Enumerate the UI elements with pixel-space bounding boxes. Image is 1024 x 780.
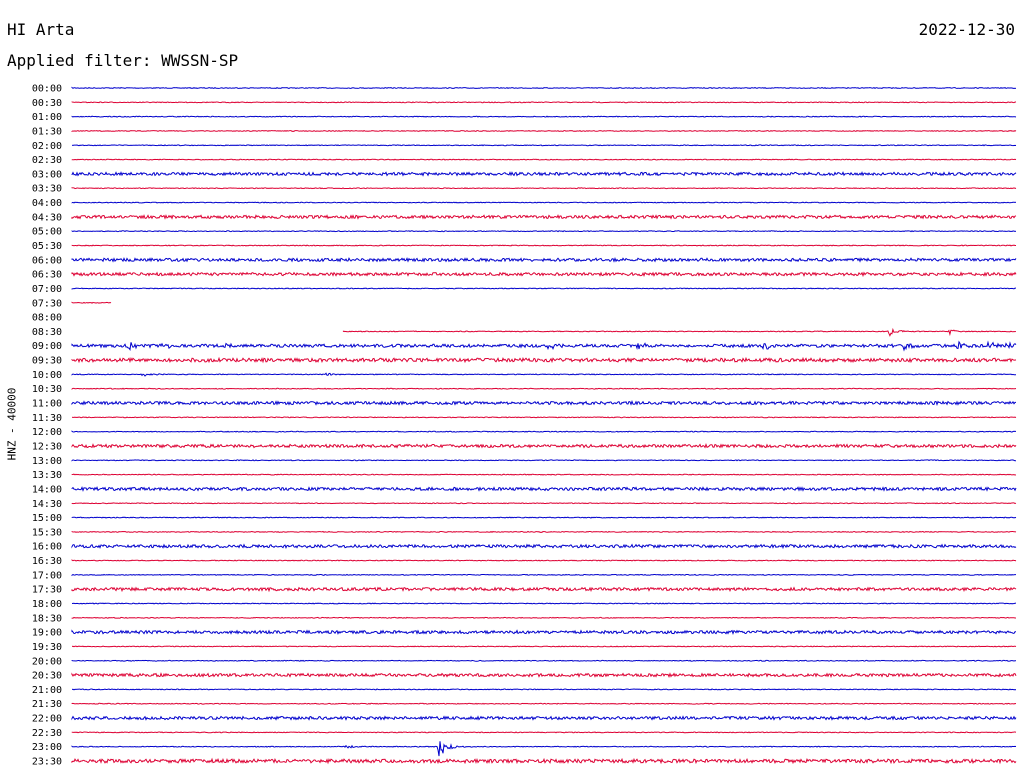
trace-line [71, 340, 1017, 352]
trace-line [71, 129, 1017, 133]
time-label: 12:30 [32, 441, 62, 452]
time-label: 23:00 [32, 742, 62, 753]
trace-line [71, 230, 1017, 233]
time-label: 19:00 [32, 628, 62, 639]
helicorder-plot: 00:00 00:30 01:00 01:30 02:00 02:30 03:00 03:30… [32, 84, 1017, 768]
trace-line [71, 214, 1017, 220]
time-label: 09:00 [32, 341, 62, 352]
trace-line [71, 171, 1017, 177]
time-label: 02:30 [32, 155, 62, 166]
time-label: 03:00 [32, 169, 62, 180]
time-label: 01:30 [32, 126, 62, 137]
time-label: 15:00 [32, 513, 62, 524]
trace-line [71, 616, 1016, 619]
trace-line [71, 187, 1017, 190]
time-label: 14:00 [32, 484, 62, 495]
trace-line [71, 486, 1017, 492]
trace-line [71, 387, 1017, 390]
trace-line [71, 741, 1017, 757]
trace-line [71, 115, 1017, 118]
trace-line [71, 400, 1016, 407]
trace-line [71, 573, 1016, 577]
trace-line [71, 516, 1017, 519]
trace-line [71, 715, 1017, 721]
time-label: 18:30 [32, 613, 62, 624]
trace-line [71, 356, 1017, 364]
trace-line [71, 301, 112, 304]
trace-line [71, 101, 1017, 104]
time-label: 12:00 [32, 427, 62, 438]
time-label: 04:30 [32, 212, 62, 223]
trace-line [71, 271, 1017, 278]
trace-line [71, 672, 1017, 679]
time-label: 16:00 [32, 542, 62, 553]
time-label: 14:30 [32, 499, 62, 510]
trace-line [71, 86, 1017, 90]
time-label: 01:00 [32, 112, 62, 123]
trace-line [71, 416, 1017, 419]
time-label: 06:30 [32, 270, 62, 281]
trace-line [71, 244, 1016, 247]
time-label: 23:30 [32, 757, 62, 768]
time-label: 10:30 [32, 384, 62, 395]
trace-line [71, 158, 1017, 161]
time-label: 18:00 [32, 599, 62, 610]
trace-line [71, 257, 1017, 263]
time-label: 09:30 [32, 356, 62, 367]
time-label: 19:30 [32, 642, 62, 653]
trace-line [71, 473, 1017, 476]
time-label: 04:00 [32, 198, 62, 209]
time-label: 05:30 [32, 241, 62, 252]
time-label: 10:00 [32, 370, 62, 381]
trace-line [71, 201, 1017, 204]
time-label: 02:00 [32, 141, 62, 152]
trace-line [71, 559, 1017, 562]
time-label: 22:00 [32, 714, 62, 725]
trace-line [71, 372, 1016, 377]
time-label: 13:30 [32, 470, 62, 481]
time-label: 07:30 [32, 298, 62, 309]
trace-line [342, 327, 1016, 337]
time-label: 07:00 [32, 284, 62, 295]
trace-line [71, 144, 1017, 147]
time-label: 20:00 [32, 656, 62, 667]
trace-line [71, 602, 1017, 605]
trace-line [71, 645, 1017, 648]
time-label: 11:00 [32, 399, 62, 410]
time-label: 22:30 [32, 728, 62, 739]
trace-line [71, 731, 1017, 734]
trace-line [71, 287, 1016, 290]
time-label: 17:00 [32, 570, 62, 581]
trace-line [71, 659, 1016, 662]
time-label: 00:00 [32, 84, 62, 95]
time-label: 17:30 [32, 585, 62, 596]
time-label: 00:30 [32, 98, 62, 109]
trace-line [71, 459, 1016, 462]
trace-line [71, 502, 1017, 505]
trace-line [71, 688, 1017, 691]
trace-line [71, 757, 1017, 765]
time-label: 03:30 [32, 184, 62, 195]
trace-line [71, 530, 1017, 533]
time-labels: 00:00 00:30 01:00 01:30 02:00 02:30 03:00 03:30… [32, 84, 62, 768]
trace-line [71, 543, 1017, 550]
time-label: 11:30 [32, 413, 62, 424]
time-label: 06:00 [32, 255, 62, 266]
time-label: 16:30 [32, 556, 62, 567]
time-label: 21:30 [32, 699, 62, 710]
time-label: 21:00 [32, 685, 62, 696]
trace-line [71, 702, 1017, 705]
time-label: 08:30 [32, 327, 62, 338]
time-label: 13:00 [32, 456, 62, 467]
seismic-traces [71, 86, 1017, 765]
trace-line [71, 430, 1016, 433]
trace-line [71, 442, 1017, 449]
time-label: 08:00 [32, 313, 62, 324]
trace-line [71, 586, 1017, 593]
time-label: 15:30 [32, 527, 62, 538]
time-label: 20:30 [32, 671, 62, 682]
trace-line [71, 629, 1016, 636]
time-label: 05:00 [32, 227, 62, 238]
